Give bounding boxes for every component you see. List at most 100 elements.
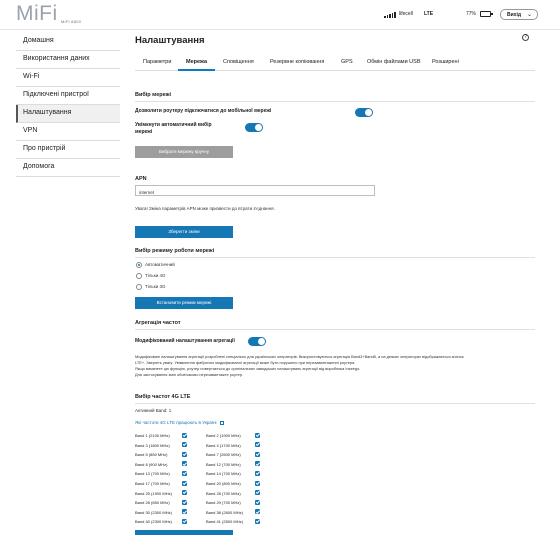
band-label: Band 1 (2100 MHz) [135, 433, 170, 438]
apn-warning: Увага! Зміна параметрів APN може призвес… [135, 206, 275, 211]
band-label: Band 40 (2300 MHz) [135, 519, 172, 525]
sidebar-item[interactable]: Про пристрій [16, 141, 120, 159]
band-label: Band 13 (700 MHz) [135, 471, 170, 477]
tab-network[interactable]: Мережа [186, 59, 207, 65]
band-label: Band 30 (2300 MHz) [135, 509, 172, 515]
band-label: Band 17 (700 MHz) [135, 481, 170, 486]
chevron-down-icon: ⌄ [526, 12, 532, 18]
band-checkbox[interactable] [255, 432, 260, 438]
band-checkbox[interactable] [182, 442, 187, 448]
band-label: Band 20 (800 MHz) [206, 481, 241, 486]
bands-info-link-label: Які частоти 4G LTE працюють в Україні [135, 420, 217, 425]
band-label: Band 41 (2500 MHz) [206, 519, 243, 525]
active-tab-indicator [178, 69, 215, 71]
band-label: Band 4 (1700 MHz) [206, 442, 241, 448]
help-icon[interactable]: ? [522, 34, 529, 41]
band-checkbox[interactable] [182, 499, 187, 505]
radio-mode-3g[interactable] [136, 284, 142, 290]
band-label: Band 12 (700 MHz) [206, 461, 241, 467]
apn-input[interactable] [135, 185, 375, 196]
band-label: Band 2 (1900 MHz) [206, 433, 241, 438]
band-checkbox[interactable] [255, 470, 260, 476]
radio-mode-4g-label: Тільки 4G [145, 273, 166, 278]
save-bands-button[interactable] [135, 530, 233, 535]
sidebar-item[interactable]: Домашня [16, 33, 120, 51]
band-label: Band 14 (700 MHz) [206, 471, 241, 477]
allow-mobile-label: Дозволити роутеру підключатися до мобіль… [135, 108, 272, 114]
band-checkbox[interactable] [255, 461, 260, 467]
auto-select-toggle[interactable] [245, 123, 263, 132]
save-apn-button[interactable]: Зберегти зміни [135, 226, 233, 238]
signal-strength-icon [384, 11, 396, 18]
tab-usb-file-sharing[interactable]: Обмін файлами USB [367, 59, 421, 65]
band-label: Band 7 (2600 MHz) [206, 452, 241, 458]
band-checkbox[interactable] [182, 451, 187, 457]
band-checkbox[interactable] [182, 480, 187, 486]
band-label: Band 25 (1900 MHz) [135, 490, 172, 496]
sidebar-item[interactable]: Допомога [16, 159, 120, 177]
band-label: Band 26 (850 MHz) [135, 500, 170, 506]
tab-gps[interactable]: GPS [341, 59, 353, 65]
allow-mobile-toggle[interactable] [355, 108, 373, 117]
tab-advanced[interactable]: Розширені [432, 59, 459, 65]
external-link-icon [219, 420, 224, 425]
sidebar-item[interactable]: Використання даних [16, 51, 120, 69]
tab-parameters[interactable]: Параметри [143, 59, 171, 65]
network-type: LTE [424, 11, 434, 17]
active-band: Активний Band: 1 [135, 408, 172, 413]
radio-mode-auto-label: Автоматичний [145, 262, 175, 267]
section-title-network-mode: Вибір режиму роботи мережі [135, 248, 215, 254]
band-checkbox[interactable] [255, 499, 260, 505]
logout-dropdown[interactable]: Вихід ⌄ [500, 9, 538, 20]
divider [135, 101, 535, 102]
tab-notifications[interactable]: Сповіщення [223, 59, 254, 65]
band-checkbox[interactable] [182, 461, 187, 467]
band-label: Band 38 (2600 MHz) [206, 509, 243, 515]
sidebar-item[interactable]: VPN [16, 123, 120, 141]
battery-icon [480, 11, 493, 17]
radio-mode-auto[interactable] [136, 262, 142, 268]
band-checkbox[interactable] [255, 490, 260, 496]
sidebar-item[interactable]: Підключені пристрої [16, 87, 120, 105]
band-checkbox[interactable] [255, 509, 260, 515]
sidebar-item[interactable]: Налаштування [16, 105, 120, 123]
app-logo: MiFi [16, 2, 58, 25]
divider [135, 403, 535, 404]
tab-backup[interactable]: Резервне копіювання [270, 59, 324, 65]
section-title-aggregation: Агрегація частот [135, 320, 181, 326]
radio-mode-3g-label: Тільки 3G [145, 284, 166, 289]
band-label: Band 5 (850 MHz) [135, 452, 168, 458]
section-title-bands: Вибір частот 4G LTE [135, 394, 191, 400]
divider [135, 329, 535, 330]
band-label: Band 8 (900 MHz) [135, 461, 168, 467]
band-checkbox[interactable] [182, 470, 187, 476]
band-label: Band 3 (1800 MHz) [135, 442, 170, 448]
band-checkbox[interactable] [182, 490, 187, 496]
band-checkbox[interactable] [182, 518, 187, 524]
operator-name: lifecell [399, 11, 413, 17]
band-checkbox[interactable] [255, 451, 260, 457]
band-label: Band 28 (700 MHz) [206, 490, 241, 496]
aggregation-toggle[interactable] [248, 337, 266, 346]
battery-level: 77% [466, 11, 477, 17]
select-network-manually-button[interactable]: Вибрати мережу вручну [135, 146, 233, 158]
band-checkbox[interactable] [182, 509, 187, 515]
band-checkbox[interactable] [255, 518, 260, 524]
section-title-network-select: Вибір мережі [135, 92, 172, 98]
top-bar: MiFi MiFi 8800 lifecell LTE 77% Вихід ⌄ [0, 0, 560, 30]
sidebar-item[interactable]: Wi-Fi [16, 69, 120, 87]
set-network-mode-button[interactable]: Встановити режим мережі [135, 297, 233, 309]
section-title-apn: APN [135, 176, 147, 182]
auto-select-label-2: мережі [135, 129, 153, 135]
band-checkbox[interactable] [255, 442, 260, 448]
aggregation-desc-4: Для застосування змін обов'язково переза… [135, 372, 244, 377]
page-title: Налаштування [135, 35, 205, 46]
divider [135, 257, 535, 258]
bands-info-link[interactable]: Які частоти 4G LTE працюють в Україні [135, 420, 224, 425]
radio-mode-4g[interactable] [136, 273, 142, 279]
main-content: Налаштування [135, 33, 535, 46]
band-checkbox[interactable] [255, 480, 260, 486]
band-label: Band 29 (700 MHz) [206, 500, 241, 506]
aggregation-toggle-label: Модифікований налаштування агрегації [135, 338, 235, 344]
band-checkbox[interactable] [182, 432, 187, 438]
